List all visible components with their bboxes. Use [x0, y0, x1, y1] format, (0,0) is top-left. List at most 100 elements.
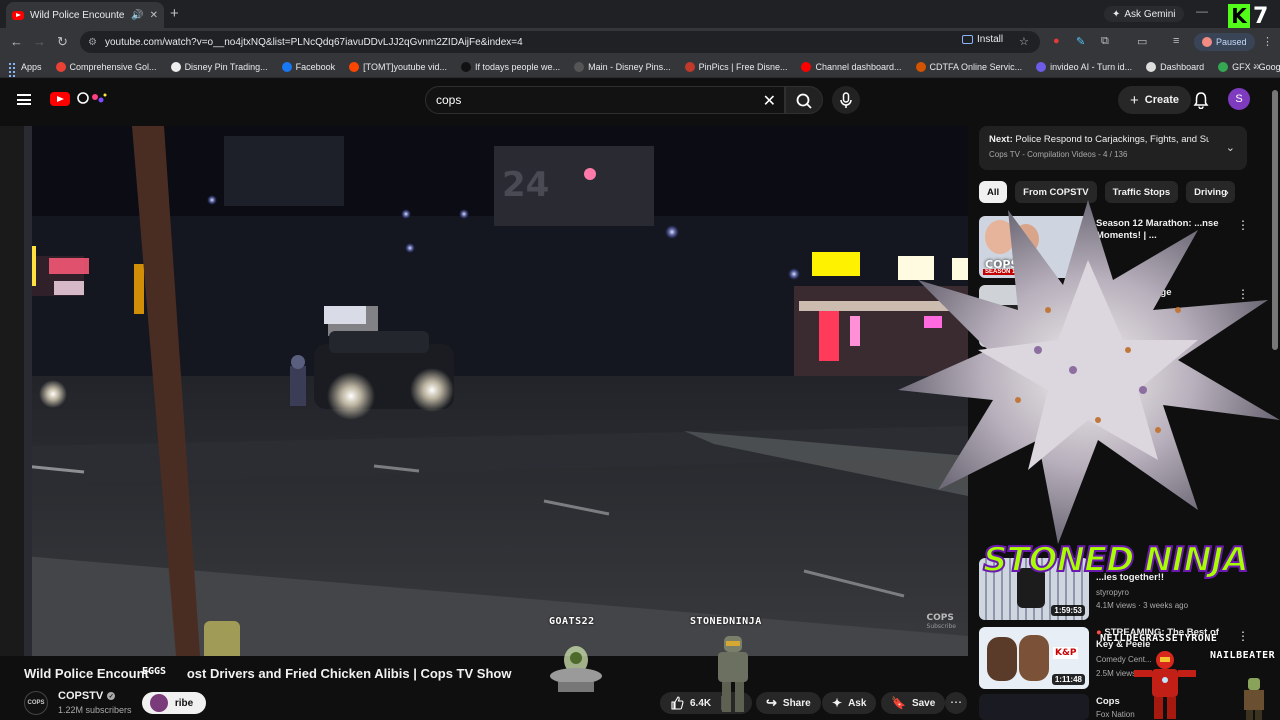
recommendation-channel[interactable]: Fox Nation [1096, 710, 1135, 719]
bookmark-favicon-icon [1036, 61, 1047, 72]
bookmark-item[interactable]: Channel dashboard... [801, 61, 902, 72]
chevron-down-icon[interactable]: ⌄ [1226, 141, 1235, 154]
channel-avatar[interactable]: COPS [24, 691, 48, 715]
video-title: Wild Police Encount ost Drivers and Fried… [24, 666, 511, 681]
ask-gemini-button[interactable]: ✦ Ask Gemini [1104, 6, 1184, 22]
extension-red-icon[interactable]: ● [1053, 35, 1060, 47]
bookmark-label: Main - Disney Pins... [588, 61, 671, 72]
bookmark-label: Comprehensive Gol... [69, 61, 157, 72]
youtube-favicon-icon [12, 10, 24, 20]
close-tab-icon[interactable]: ✕ [150, 10, 158, 21]
recommendation-channel[interactable]: styropyro [1096, 588, 1129, 597]
bookmark-favicon-icon [55, 61, 66, 72]
bookmark-favicon-icon [915, 61, 926, 72]
bookmark-label: Channel dashboard... [815, 61, 902, 72]
playlist-panel[interactable]: Next: Police Respond to Carjackings, Fig… [979, 126, 1247, 170]
forward-icon[interactable]: → [33, 34, 46, 49]
scrollbar-thumb[interactable] [1272, 90, 1278, 350]
clear-search-icon[interactable]: ✕ [763, 91, 776, 111]
voice-search-button[interactable] [832, 86, 860, 114]
bookmark-label: [TOMT]youtube vid... [363, 61, 448, 72]
bookmark-label: invideo AI - Turn id... [1050, 61, 1133, 72]
minimize-button[interactable]: — [1196, 4, 1208, 18]
channel-watermark[interactable]: COPS Subscribe [927, 613, 956, 630]
bookmark-item[interactable]: Facebook [281, 61, 335, 72]
search-input[interactable]: cops ✕ [425, 86, 785, 114]
bookmarks-bar: Apps Comprehensive Gol... Disney Pin Tradi… [0, 56, 1280, 78]
install-label: Install [977, 34, 1004, 45]
more-bookmarks-icon[interactable]: » [1253, 59, 1260, 73]
plus-icon: + [1130, 91, 1139, 109]
cast-icon[interactable]: ▭ [1137, 35, 1147, 48]
bookmark-item[interactable]: Apps [8, 62, 42, 77]
tab-title: Wild Police Encounters: Gh [30, 9, 125, 21]
bookmark-item[interactable]: GFX - Google Drive [1218, 61, 1280, 72]
apps-grid-icon [8, 62, 17, 77]
recommendation-item[interactable]: Cops Fox Nation [979, 694, 1269, 720]
bookmark-star-icon[interactable]: ☆ [1019, 35, 1029, 48]
overlay-mascot-icon [150, 694, 168, 712]
browser-menu-icon[interactable]: ⋮ [1262, 35, 1273, 48]
reload-icon[interactable]: ↻ [57, 34, 68, 50]
account-avatar[interactable]: S [1228, 88, 1250, 110]
recommendation-thumbnail[interactable] [979, 694, 1089, 720]
search-button[interactable] [785, 86, 823, 114]
ask-button[interactable]: ✦ Ask [822, 692, 877, 714]
youtube-logo-icon[interactable] [50, 92, 70, 106]
search-query: cops [436, 93, 462, 107]
kick-viewer-count: 7 [1253, 3, 1269, 29]
menu-icon[interactable] [17, 94, 31, 105]
channel-name-link[interactable]: COPSTV ✓ [58, 690, 116, 702]
cannabis-bud-overlay [898, 200, 1280, 544]
create-button[interactable]: + Create [1118, 86, 1192, 114]
browser-toolbar: ← → ↻ ⚙ youtube.com/watch?v=o__no4jtxNQ&… [0, 28, 1280, 56]
bookmark-item[interactable]: [TOMT]youtube vid... [349, 61, 448, 72]
youtube-doodle-icon[interactable] [73, 89, 109, 107]
bookmark-label: Dashboard [1160, 61, 1205, 72]
armored-soldier-avatar-icon [718, 636, 748, 712]
stream-overlay-eggs: EGGS [142, 666, 167, 677]
back-icon[interactable]: ← [10, 34, 23, 49]
extensions-puzzle-icon[interactable]: ⧉ [1101, 35, 1109, 48]
bookmark-favicon-icon [1146, 61, 1157, 72]
iron-man-avatar-icon [1134, 651, 1196, 719]
warrior-avatar-icon [1244, 678, 1264, 720]
next-prefix: Next: [989, 134, 1013, 145]
address-bar[interactable]: ⚙ youtube.com/watch?v=o__no4jtxNQ&list=P… [80, 31, 1040, 53]
page-scrollbar[interactable] [1272, 82, 1278, 712]
site-info-icon[interactable]: ⚙ [88, 37, 97, 48]
bookmark-item[interactable]: If todays people we... [461, 61, 560, 72]
bookmark-label: Disney Pin Trading... [184, 61, 268, 72]
bookmark-item[interactable]: invideo AI - Turn id... [1036, 61, 1133, 72]
extension-blue-icon[interactable]: ✎ [1076, 35, 1085, 48]
install-app-button[interactable]: Install [962, 34, 1003, 45]
bookmark-item[interactable]: CDTFA Online Servic... [915, 61, 1023, 72]
browser-tab[interactable]: Wild Police Encounters: Gh 🔊 ✕ [6, 2, 164, 28]
profile-paused-button[interactable]: Paused [1194, 33, 1255, 51]
share-button[interactable]: ↪ Share [756, 692, 821, 714]
audio-icon[interactable]: 🔊 [131, 10, 143, 21]
recommendation-thumbnail[interactable]: K&P 1:11:48 [979, 627, 1089, 689]
bookmark-item[interactable]: Main - Disney Pins... [574, 61, 671, 72]
more-options-icon[interactable]: ⋮ [1237, 629, 1249, 643]
bookmark-label: CDTFA Online Servic... [929, 61, 1023, 72]
notifications-bell-icon[interactable] [1193, 91, 1209, 109]
ask-label: Ask [848, 697, 867, 709]
video-player[interactable]: 24 COPS Subscribe [24, 126, 968, 656]
viewer-name-stonedninja: STONEDNINJA [690, 616, 762, 627]
bookmark-item[interactable]: PinPics | Free Disne... [684, 61, 787, 72]
stoned-ninja-banner: STONED NINJA [982, 539, 1250, 581]
bookmark-favicon-icon [801, 61, 812, 72]
reading-list-icon[interactable]: ≡ [1173, 35, 1179, 47]
bookmark-item[interactable]: Dashboard [1146, 61, 1205, 72]
bookmark-item[interactable]: Comprehensive Gol... [55, 61, 157, 72]
paused-label: Paused [1216, 37, 1247, 47]
sparkle-icon: ✦ [832, 696, 843, 710]
svg-text:24: 24 [502, 165, 549, 205]
bookmark-item[interactable]: Disney Pin Trading... [170, 61, 268, 72]
more-actions-button[interactable]: ⋯ [945, 692, 967, 714]
thumbnail-face [987, 637, 1017, 681]
new-tab-button[interactable]: + [170, 5, 179, 22]
save-button[interactable]: 🔖 Save [881, 692, 946, 714]
bookmark-favicon-icon [281, 61, 292, 72]
